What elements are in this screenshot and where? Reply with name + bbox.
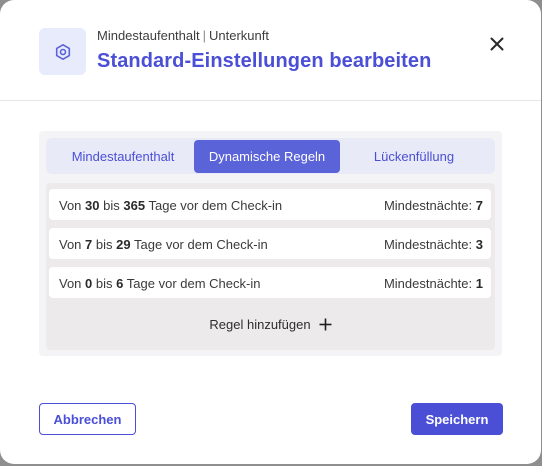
min-nights-value: 3 (475, 237, 483, 252)
close-button[interactable] (486, 33, 508, 55)
tab-dynamische-regeln[interactable]: Dynamische Regeln (194, 139, 340, 173)
from-word: Von (59, 276, 82, 291)
min-nights-label: Mindestnächte: (383, 198, 473, 213)
from-value: 0 (85, 276, 93, 291)
rule-min-nights: Mindestnächte: 1 (384, 276, 483, 291)
rule-range: Von 7 bis 29 Tage vor dem Check-in (59, 237, 268, 252)
to-value: 365 (123, 198, 146, 213)
to-word: bis (95, 276, 113, 291)
min-nights-label: Mindestnächte: (383, 237, 473, 252)
rule-range: Von 0 bis 6 Tage vor dem Check-in (59, 276, 260, 291)
to-value: 29 (116, 237, 131, 252)
breadcrumb-separator: | (202, 28, 207, 43)
rule-min-nights: Mindestnächte: 7 (384, 198, 483, 213)
add-rule-button[interactable]: Regel hinzufügen (46, 317, 495, 332)
plus-icon (319, 318, 332, 331)
range-suffix: Tage vor dem Check-in (126, 276, 261, 291)
range-suffix: Tage vor dem Check-in (134, 237, 268, 252)
dialog-title: Standard-Einstellungen bearbeiten (97, 50, 432, 72)
save-button[interactable]: Speichern (411, 403, 503, 435)
from-value: 30 (85, 198, 100, 213)
to-value: 6 (116, 276, 124, 291)
rule-row[interactable]: Von 0 bis 6 Tage vor dem Check-in Mindes… (49, 267, 491, 298)
rule-row[interactable]: Von 7 bis 29 Tage vor dem Check-in Minde… (49, 228, 491, 259)
to-word: bis (95, 237, 113, 252)
min-nights-value: 1 (475, 276, 483, 291)
tab-mindestaufenthalt[interactable]: Mindestaufenthalt (52, 140, 194, 173)
settings-hexagon-icon (39, 28, 86, 75)
from-value: 7 (85, 237, 93, 252)
breadcrumb-part-2: Unterkunft (209, 28, 269, 43)
add-rule-label: Regel hinzufügen (209, 317, 311, 332)
edit-settings-dialog: Mindestaufenthalt | Unterkunft Standard-Ei… (0, 0, 541, 464)
tab-bar: Mindestaufenthalt Dynamische Regeln Lück… (46, 138, 495, 174)
breadcrumb-part-1: Mindestaufenthalt (97, 28, 200, 43)
from-word: Von (59, 237, 82, 252)
cancel-button[interactable]: Abbrechen (39, 403, 136, 435)
settings-panel: Mindestaufenthalt Dynamische Regeln Lück… (39, 131, 502, 356)
tab-lueckenfuellung[interactable]: Lückenfüllung (340, 140, 488, 173)
rule-range: Von 30 bis 365 Tage vor dem Check-in (59, 198, 282, 213)
min-nights-value: 7 (475, 198, 483, 213)
rule-min-nights: Mindestnächte: 3 (384, 237, 483, 252)
close-icon (490, 37, 504, 51)
rule-row[interactable]: Von 30 bis 365 Tage vor dem Check-in Min… (49, 189, 491, 220)
min-nights-label: Mindestnächte: (383, 276, 473, 291)
rules-list: Von 30 bis 365 Tage vor dem Check-in Min… (46, 183, 495, 350)
range-suffix: Tage vor dem Check-in (148, 198, 283, 213)
to-word: bis (103, 198, 120, 213)
breadcrumb: Mindestaufenthalt | Unterkunft (97, 28, 269, 43)
from-word: Von (59, 198, 82, 213)
dialog-header: Mindestaufenthalt | Unterkunft Standard-Ei… (0, 0, 541, 101)
